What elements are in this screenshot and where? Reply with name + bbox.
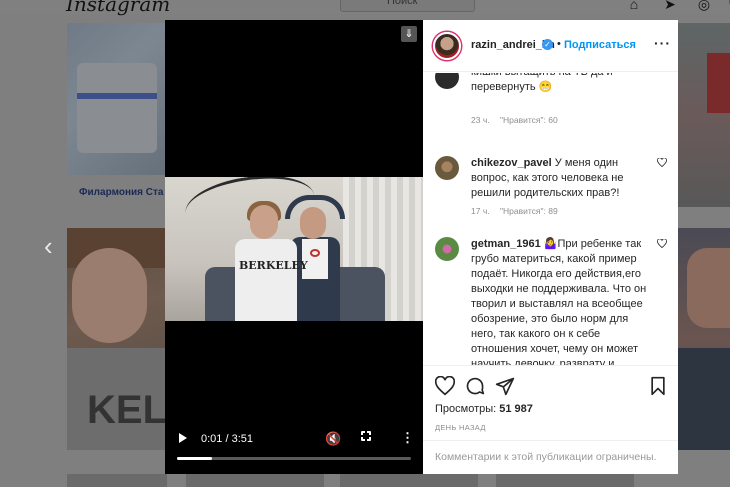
grid-post-bottom-1[interactable] (67, 474, 167, 487)
comment-age[interactable]: 17 ч. (471, 206, 490, 216)
video-more-icon[interactable]: ⋮ (401, 430, 414, 446)
van-stripe (77, 93, 157, 99)
comments-list[interactable]: кишки вытащить на ТВ да и перевернуть 😁 … (423, 73, 678, 365)
follow-button[interactable]: Подписаться (564, 39, 636, 51)
shirt-shape: KEL (67, 348, 167, 450)
home-icon[interactable]: ⌂ (625, 0, 643, 12)
play-icon[interactable] (179, 433, 187, 443)
prev-post-arrow-icon[interactable]: ‹ (44, 233, 53, 259)
video-progress-fill (177, 457, 213, 460)
comment-avatar[interactable] (435, 237, 459, 261)
video-controls: 0:01 / 3:51 🔇 ⋮ (165, 428, 423, 452)
man-head (300, 207, 326, 239)
top-nav: Instagram Поиск ⌂ ➤ ◎ ♡ (0, 0, 730, 16)
download-icon[interactable]: ⇓ (401, 26, 417, 42)
grid-post-bottom-2[interactable] (186, 474, 324, 487)
comment-body: chikezov_pavel У меня один вопрос, как э… (471, 156, 651, 201)
comment-text: 🤷‍♀️При ребенке так грубо материться, ка… (471, 238, 647, 365)
activity-icon[interactable]: ♡ (725, 0, 730, 12)
views-value: 51 987 (499, 403, 533, 415)
girl-shirt: BERKELEY (235, 239, 308, 321)
face-shape (687, 248, 730, 328)
comment-likes[interactable]: "Нравится": 60 (500, 115, 558, 125)
comment-body: getman_1961 🤷‍♀️При ребенке так грубо ма… (471, 237, 651, 365)
views-label: Просмотры: (435, 403, 497, 415)
like-icon[interactable] (435, 376, 455, 396)
instagram-logo[interactable]: Instagram (66, 0, 170, 16)
post-date[interactable]: ДЕНЬ НАЗАД (435, 423, 486, 432)
verified-badge-icon: ✓ (542, 39, 553, 50)
video-frame: BERKELEY (165, 177, 423, 321)
suit-shape (677, 348, 730, 450)
direct-icon[interactable]: ➤ (661, 0, 679, 12)
explore-icon[interactable]: ◎ (695, 0, 713, 12)
van-image (77, 63, 157, 153)
grid-post-girl[interactable]: KEL (67, 228, 167, 450)
comment-avatar[interactable] (435, 73, 459, 89)
video-shirt-text: BERKELEY (239, 259, 308, 272)
girl-head (250, 205, 278, 239)
header-separator: • (557, 38, 561, 50)
grid-post-right-bottom[interactable] (677, 228, 730, 450)
more-options-icon[interactable]: ··· (654, 35, 671, 51)
grid-post-right-top[interactable] (677, 23, 730, 207)
mute-icon[interactable]: 🔇 (325, 431, 341, 447)
comments-limited-notice: Комментарии к этой публикации ограничены… (423, 440, 678, 474)
like-heart-icon[interactable] (657, 239, 667, 248)
comment-text: кишки вытащить на ТВ да и перевернуть 😁 (471, 73, 613, 93)
comment-username[interactable]: getman_1961 (471, 238, 541, 250)
comment-likes[interactable]: "Нравится": 89 (500, 206, 558, 216)
comment-username[interactable]: chikezov_pavel (471, 157, 552, 169)
post-modal: ⇓ BERKELEY 0:01 / 3:51 🔇 ⋮ razin_andrei_… (165, 20, 678, 474)
like-heart-icon[interactable] (657, 158, 667, 167)
grid-post-ambulance[interactable] (67, 23, 167, 175)
grid-post-bottom-4[interactable] (496, 474, 634, 487)
save-bookmark-icon[interactable] (648, 376, 668, 396)
grid-post-bottom-3[interactable] (340, 474, 478, 487)
tile-caption-text: Филармония Ста (79, 187, 164, 198)
grid-post-caption: Филармония Ста (67, 175, 167, 207)
shirt-logo (310, 249, 320, 257)
fullscreen-icon[interactable] (360, 430, 372, 442)
author-avatar[interactable] (433, 32, 461, 60)
views-count[interactable]: Просмотры: 51 987 (435, 403, 533, 415)
comment-age[interactable]: 23 ч. (471, 115, 490, 125)
comment-meta: 17 ч. "Нравится": 89 (471, 206, 566, 216)
face-shape (72, 248, 147, 343)
comment-icon[interactable] (465, 376, 485, 396)
comment-meta: 23 ч. "Нравится": 60 (471, 115, 566, 125)
video-player[interactable]: ⇓ BERKELEY 0:01 / 3:51 🔇 ⋮ (165, 20, 423, 474)
red-block (707, 53, 730, 113)
video-time: 0:01 / 3:51 (201, 433, 253, 445)
post-header: razin_andrei_lm ✓ • Подписаться ··· (423, 20, 678, 72)
share-icon[interactable] (495, 376, 515, 396)
shirt-text: KEL (87, 388, 167, 432)
comment-avatar[interactable] (435, 156, 459, 180)
search-input[interactable]: Поиск (340, 0, 475, 12)
video-progress-bar[interactable] (177, 457, 411, 460)
post-sidebar: razin_andrei_lm ✓ • Подписаться ··· кишк… (423, 20, 678, 474)
